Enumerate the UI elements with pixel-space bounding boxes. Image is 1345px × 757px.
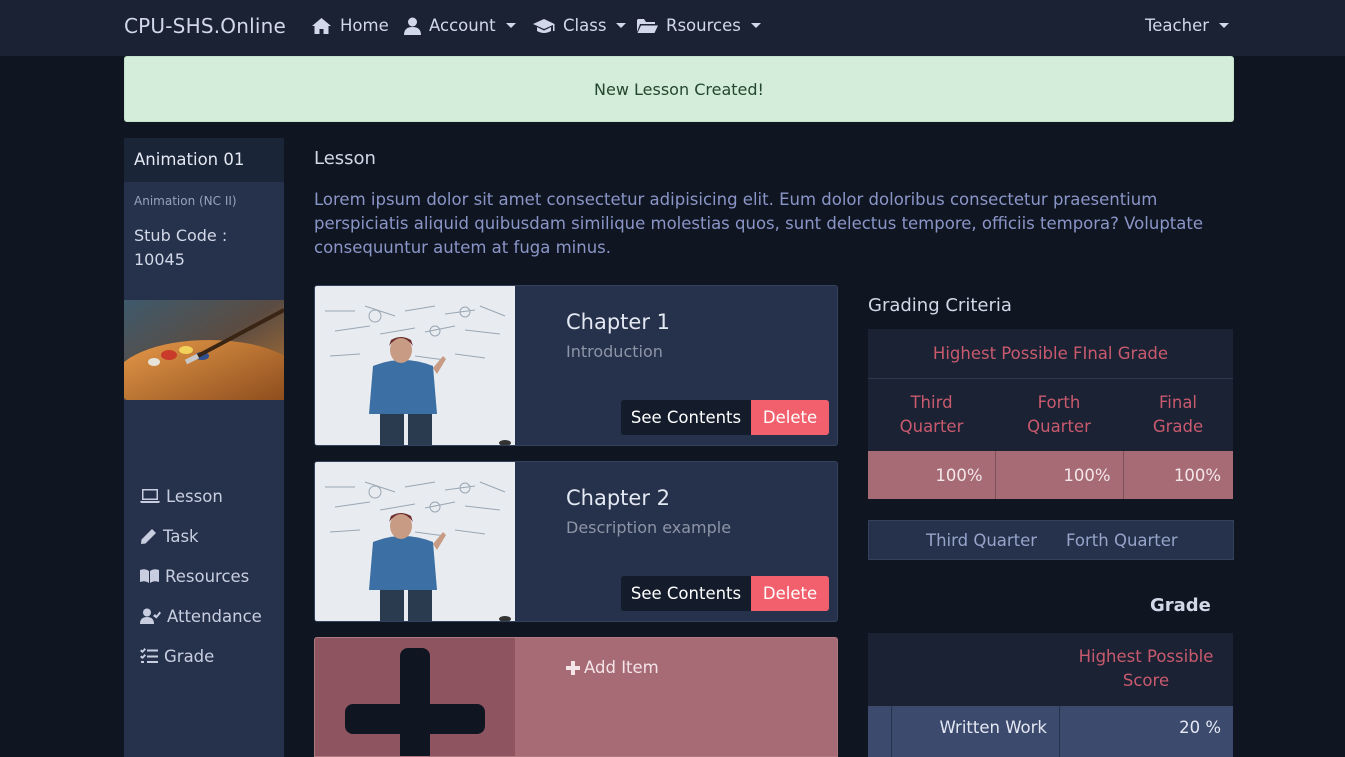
stub-code-value: 10045: [134, 250, 185, 269]
chevron-down-icon: [750, 23, 761, 28]
graduation-cap-icon: [533, 18, 555, 33]
chevron-down-icon: [1219, 23, 1230, 28]
navbar: CPU-SHS.Online Home Account Class Rsourc…: [0, 0, 1345, 56]
final-grade-table: Highest Possible FInal Grade Third Quart…: [868, 329, 1233, 499]
quarter-tabs: Third Quarter Forth Quarter: [868, 520, 1234, 560]
table-header: Highest Possible FInal Grade: [868, 329, 1233, 379]
add-item-label: Add Item: [584, 658, 659, 677]
grading-criteria-title: Grading Criteria: [868, 295, 1012, 316]
success-alert: New Lesson Created!: [124, 56, 1234, 122]
sidebar-item-lesson[interactable]: Lesson: [140, 476, 262, 516]
lesson-description: Lorem ipsum dolor sit amet consectetur a…: [314, 190, 1203, 257]
page-title: Lesson: [314, 148, 376, 169]
grade-heading: Grade: [1150, 595, 1211, 616]
class-subtitle: Animation (NC II): [134, 194, 237, 208]
sidebar-item-attendance[interactable]: Attendance: [140, 596, 262, 636]
add-item-thumbnail: [315, 638, 515, 756]
nav-resources-label: Rsources: [666, 16, 741, 35]
brand-logo[interactable]: CPU-SHS.Online: [124, 14, 286, 38]
user-menu-label: Teacher: [1145, 16, 1210, 35]
nav-resources[interactable]: Rsources: [637, 16, 761, 35]
chapter-thumbnail: [315, 462, 515, 621]
score-row-value: 20 %: [1179, 718, 1221, 737]
chevron-down-icon: [616, 23, 627, 28]
nav-account[interactable]: Account: [404, 16, 516, 35]
grade-value: 100%: [995, 451, 1124, 499]
tasks-icon: [140, 648, 158, 663]
column-header: Forth Quarter: [995, 378, 1123, 451]
user-icon: [404, 17, 421, 35]
home-icon: [312, 17, 331, 34]
nav-class[interactable]: Class: [533, 16, 627, 35]
chapter-description: Description example: [566, 518, 732, 537]
sidebar-item-label: Grade: [164, 646, 215, 666]
nav-home-label: Home: [340, 16, 389, 35]
chapter-title: Chapter 2: [566, 486, 670, 510]
stub-code: Stub Code : 10045: [124, 208, 284, 272]
chapter-card: Chapter 2 Description example See Conten…: [314, 461, 838, 622]
plus-icon: [566, 660, 580, 675]
delete-button[interactable]: Delete: [751, 576, 829, 611]
sidebar-item-label: Resources: [165, 566, 250, 586]
stub-code-label: Stub Code :: [134, 226, 228, 245]
sidebar-item-grade[interactable]: Grade: [140, 636, 262, 676]
see-contents-button[interactable]: See Contents: [621, 576, 751, 611]
see-contents-button[interactable]: See Contents: [621, 400, 751, 435]
sidebar-item-resources[interactable]: Resources: [140, 556, 262, 596]
nav-user-menu[interactable]: Teacher: [1145, 16, 1230, 35]
sidebar-menu: Lesson Task Resources Attendance Grade: [140, 476, 262, 676]
pencil-icon: [141, 528, 156, 544]
add-item-card[interactable]: Add Item: [314, 637, 838, 757]
grade-value: 100%: [1123, 451, 1233, 499]
chevron-down-icon: [505, 23, 516, 28]
add-item-button[interactable]: Add Item: [566, 658, 659, 677]
class-title: Animation 01: [124, 138, 284, 182]
sidebar-item-label: Attendance: [167, 606, 262, 626]
alert-message: New Lesson Created!: [594, 79, 764, 99]
chapter-thumbnail: [315, 286, 515, 445]
chapter-description: Introduction: [566, 342, 663, 361]
tab-third-quarter[interactable]: Third Quarter: [926, 531, 1037, 550]
nav-home[interactable]: Home: [311, 16, 389, 35]
delete-button[interactable]: Delete: [751, 400, 829, 435]
folder-open-icon: [637, 18, 658, 33]
sidebar: Animation 01 Animation (NC II) Stub Code…: [124, 138, 284, 757]
plus-icon: [400, 648, 430, 756]
grade-value: 100%: [868, 451, 996, 499]
column-header: Final Grade: [1123, 378, 1233, 451]
nav-account-label: Account: [429, 16, 496, 35]
user-check-icon: [140, 608, 161, 624]
laptop-icon: [140, 489, 160, 503]
sidebar-item-label: Task: [163, 526, 199, 546]
sidebar-item-label: Lesson: [166, 486, 223, 506]
sidebar-item-task[interactable]: Task: [140, 516, 262, 556]
column-header: Highest Possible Score: [1078, 647, 1214, 690]
score-row-label: Written Work: [892, 706, 1060, 757]
tab-forth-quarter[interactable]: Forth Quarter: [1066, 531, 1178, 550]
nav-class-label: Class: [563, 16, 607, 35]
chapter-card: Chapter 1 Introduction See Contents Dele…: [314, 285, 838, 446]
column-header: Third Quarter: [868, 378, 995, 451]
class-cover-image: [124, 300, 284, 400]
book-icon: [140, 569, 159, 583]
chapter-title: Chapter 1: [566, 310, 670, 334]
